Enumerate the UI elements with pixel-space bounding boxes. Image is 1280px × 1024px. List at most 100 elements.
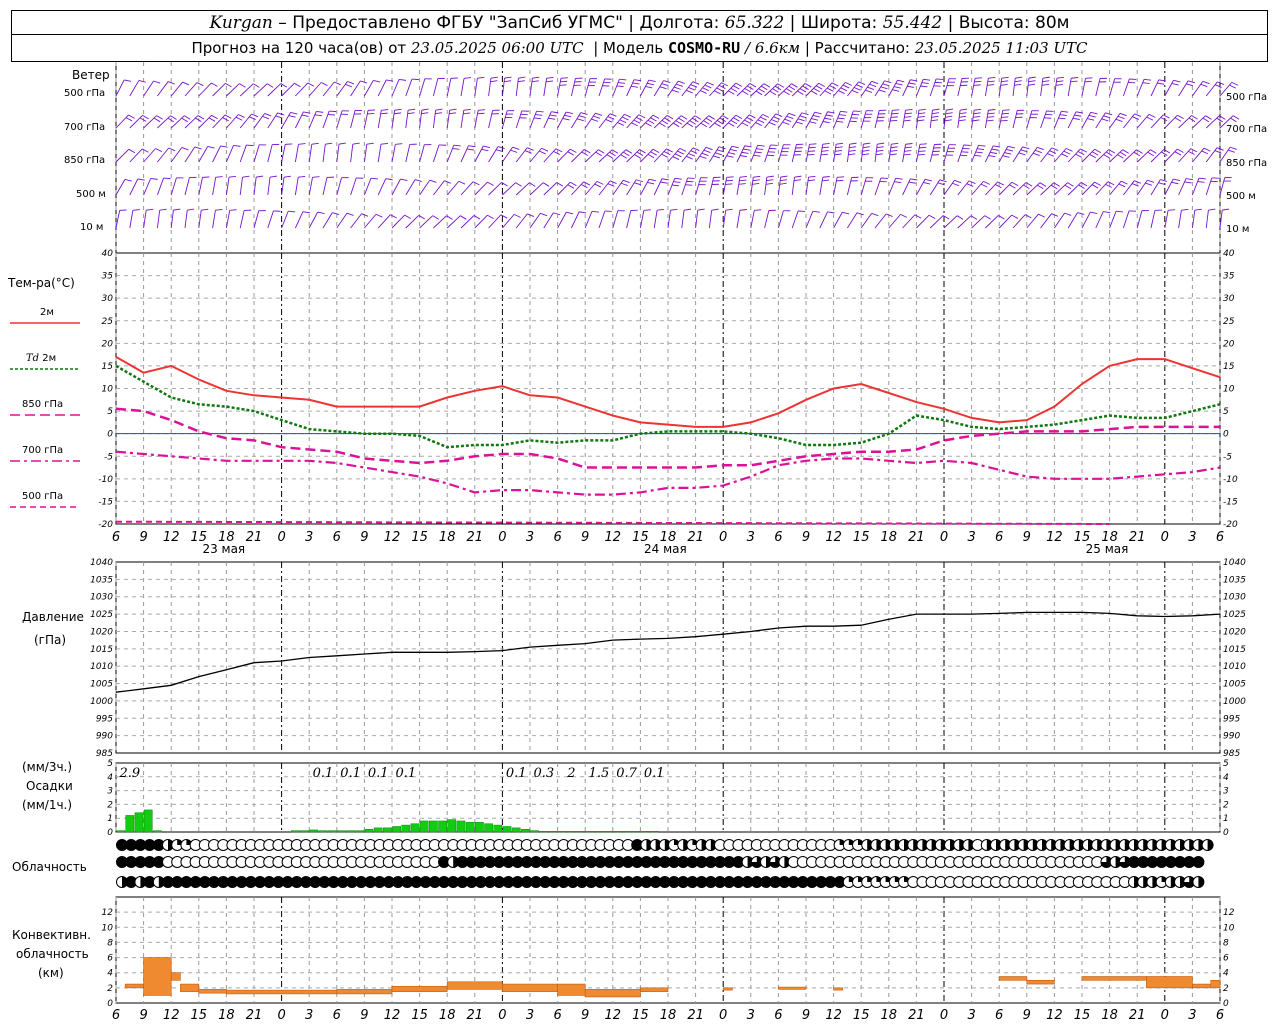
time-tick-label-temp: 0 (719, 530, 727, 545)
wind-barb-flag (919, 143, 927, 145)
wind-barb-flag (821, 150, 829, 152)
wind-barb-flag (673, 86, 681, 90)
wind-barb-staff (819, 144, 824, 163)
wind-barb-staff (902, 79, 911, 97)
wind-barb-flag (288, 210, 296, 213)
precip-ytick-right: 3 (1223, 787, 1229, 797)
precip-bar (429, 820, 438, 833)
wind-barb-flag (264, 113, 272, 117)
wind-barb-staff (515, 78, 519, 97)
wind-barb-flag (1042, 80, 1050, 83)
wind-barb-flag (876, 146, 884, 149)
wind-barb-flag (464, 77, 472, 79)
wind-barb-flag (636, 179, 644, 183)
wind-barb-flag (822, 121, 830, 124)
wind-barb-flag (394, 112, 402, 115)
wind-barb-flag (836, 120, 844, 123)
wind-barb-staff (1012, 78, 1016, 97)
time-tick-label-temp: 6 (553, 530, 561, 545)
wind-barb-flag (1091, 184, 1099, 189)
wind-barb-flag (663, 80, 671, 83)
wind-barb-flag (704, 84, 712, 89)
wind-barb-flag (904, 116, 912, 118)
wind-barb-flag (904, 146, 912, 149)
convective-cloud-bar (557, 983, 586, 996)
wind-barb-flag (490, 80, 498, 83)
wind-barb-staff (860, 213, 872, 229)
wind-barb-staff (1040, 110, 1047, 129)
wind-barb-flag (215, 208, 223, 211)
wind-barb-flag (779, 182, 787, 185)
wind-level-right-label: 500 м (1226, 191, 1256, 202)
precip-bar (475, 822, 484, 833)
wind-barb-flag (617, 122, 624, 126)
wind-barb-flag (207, 145, 215, 149)
time-tick-label-bottom: 15 (411, 1008, 428, 1023)
wind-barb-flag (733, 85, 740, 90)
temp-ytick-right: 30 (1223, 294, 1235, 304)
wind-barb-flag (713, 155, 721, 159)
wind-barb-flag (1091, 151, 1099, 156)
time-tick-label-temp: 0 (498, 530, 506, 545)
convective-cloud-bar (1192, 983, 1212, 989)
wind-barb-flag (594, 183, 602, 188)
time-tick-label-bottom: 6 (553, 1008, 561, 1023)
wind-barb-flag (400, 178, 408, 182)
wind-barb-staff (916, 179, 926, 196)
wind-barb-staff (764, 144, 771, 163)
precip-ytick-right: 4 (1223, 773, 1229, 783)
wind-barb-flag (251, 113, 259, 118)
wind-barb-flag (294, 82, 301, 88)
wind-barb-flag (1188, 80, 1196, 84)
wind-barb-flag (728, 90, 735, 95)
wind-barb-flag (773, 116, 781, 120)
wind-barb-flag (826, 87, 834, 92)
wind-barb-flag (686, 122, 694, 128)
wind-barb-flag (399, 79, 407, 81)
precip-3h-label: 1.5 (589, 766, 610, 781)
wind-barb-flag (567, 184, 575, 189)
wind-barb-staff (681, 177, 689, 196)
wind-barb-staff (819, 211, 828, 229)
wind-barb-flag (782, 121, 790, 125)
time-tick-label-temp: 9 (581, 530, 589, 545)
wind-barb-flag (302, 211, 310, 214)
wind-barb-flag (1015, 76, 1023, 79)
wind-barb-flag (647, 119, 655, 125)
wind-barb-flag (1018, 152, 1026, 156)
wind-barb-flag (659, 86, 667, 90)
wind-barb-flag (1120, 180, 1128, 185)
wind-barb-staff (695, 177, 702, 196)
wind-barb-flag (1160, 179, 1168, 182)
wind-barb-flag (663, 151, 671, 156)
time-tick-label-temp: 3 (747, 530, 755, 545)
wind-barb-staff (860, 110, 867, 129)
time-tick-label-temp: 12 (1046, 530, 1063, 545)
wind-barb-staff (543, 78, 548, 97)
wind-barb-flag (677, 150, 684, 155)
wind-barb-staff (1178, 178, 1187, 196)
wind-barb-staff (225, 210, 231, 229)
wind-barb-flag (945, 112, 953, 115)
wind-barb-flag (946, 108, 954, 111)
wind-barb-staff (1067, 111, 1077, 129)
wind-barb-staff (750, 210, 755, 229)
wind-barb-flag (647, 181, 655, 185)
wind-barb-flag (1134, 113, 1142, 118)
wind-barb-flag (620, 154, 627, 159)
wind-barb-flag (621, 116, 629, 121)
wind-barb-flag (540, 212, 548, 217)
wind-barb-staff (984, 78, 989, 97)
wind-barb-flag (718, 84, 726, 89)
precip-bar (484, 823, 493, 833)
wind-barb-flag (692, 147, 700, 151)
wind-barb-staff (294, 177, 299, 196)
wind-barb-staff (267, 144, 273, 163)
wind-barb-flag (910, 178, 918, 181)
date-label: 25 мая (1086, 542, 1129, 556)
wind-barb-staff (115, 179, 126, 196)
wind-barb-staff (460, 110, 465, 129)
wind-barb-flag (904, 112, 912, 115)
wind-barb-flag (532, 76, 540, 79)
wind-barb-staff (667, 80, 679, 97)
